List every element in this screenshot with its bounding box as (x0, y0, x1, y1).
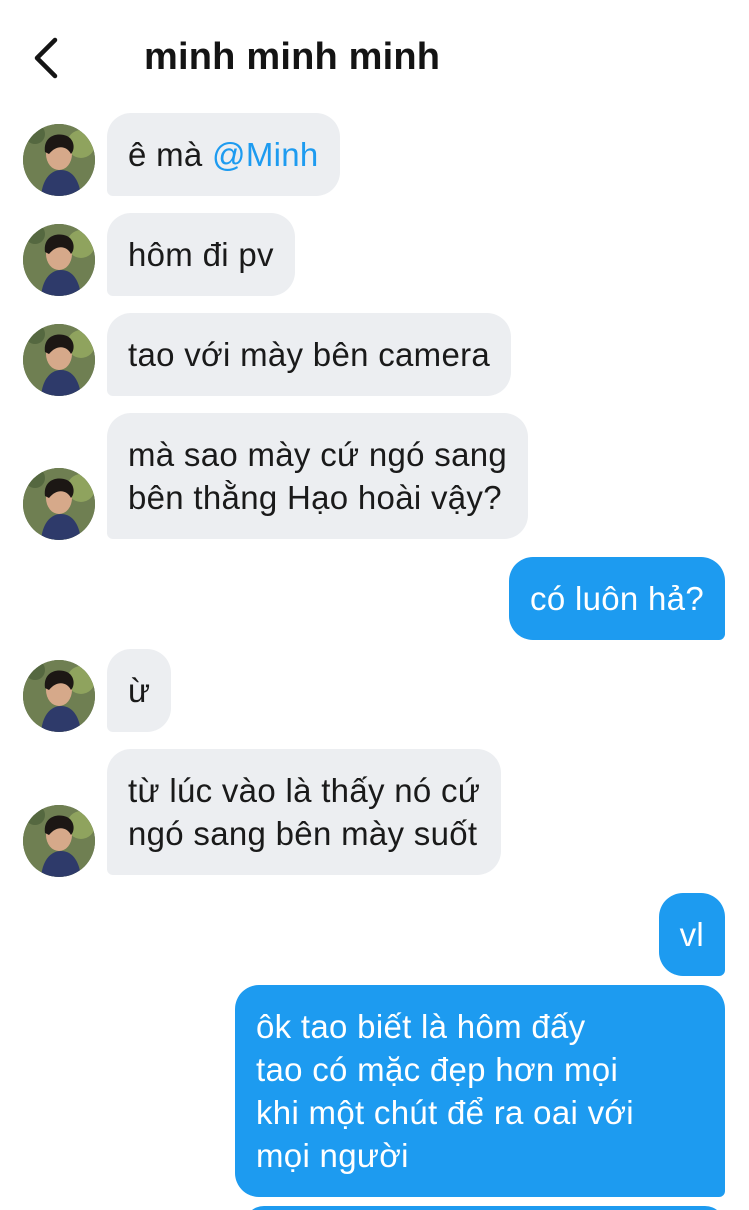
message-bubble-incoming[interactable]: ê mà @Minh (107, 113, 340, 196)
message-text-line: ôk tao biết là hôm đấy (256, 1008, 586, 1045)
message-bubble-outgoing-partial[interactable] (244, 1206, 725, 1210)
message-bubble-outgoing[interactable]: có luôn hả? (509, 557, 725, 640)
message-bubble-incoming[interactable]: mà sao mày cứ ngó sang bên thằng Hạo hoà… (107, 413, 529, 539)
message-text: có luôn hả? (530, 580, 704, 617)
message-bubble-outgoing[interactable]: ôk tao biết là hôm đấy tao có mặc đẹp hơ… (235, 985, 725, 1197)
message-text-line: bên thằng Hạo hoài vậy? (128, 479, 502, 516)
mention-link[interactable]: @Minh (212, 136, 319, 173)
message-text: hôm đi pv (128, 236, 274, 273)
avatar[interactable] (23, 660, 95, 732)
chat-screen: minh minh minh ê mà @Minh hôm đi pv tao … (0, 0, 749, 1210)
avatar[interactable] (23, 324, 95, 396)
message-text: ê mà (128, 136, 213, 173)
chat-header: minh minh minh (0, 0, 749, 110)
message-text-line: tao có mặc đẹp hơn mọi (256, 1051, 619, 1088)
avatar[interactable] (23, 805, 95, 877)
message-text-line: mọi người (256, 1137, 409, 1174)
message-bubble-incoming[interactable]: tao với mày bên camera (107, 313, 512, 396)
message-bubble-incoming[interactable]: ừ (107, 649, 172, 732)
message-bubble-incoming[interactable]: từ lúc vào là thấy nó cứ ngó sang bên mà… (107, 749, 502, 875)
avatar[interactable] (23, 224, 95, 296)
message-text-line: khi một chút để ra oai với (256, 1094, 634, 1131)
message-bubble-incoming[interactable]: hôm đi pv (107, 213, 295, 296)
message-text: tao với mày bên camera (128, 336, 491, 373)
message-text-line: từ lúc vào là thấy nó cứ (128, 772, 481, 809)
message-text-line: mà sao mày cứ ngó sang (128, 436, 508, 473)
back-button[interactable] (24, 32, 68, 84)
message-bubble-outgoing[interactable]: vl (658, 893, 725, 976)
avatar[interactable] (23, 124, 95, 196)
message-text: vl (679, 916, 704, 953)
conversation-title: minh minh minh (144, 36, 441, 78)
chevron-left-icon (34, 37, 58, 79)
message-text-line: ngó sang bên mày suốt (128, 815, 478, 852)
avatar[interactable] (23, 468, 95, 540)
message-text: ừ (128, 672, 151, 709)
